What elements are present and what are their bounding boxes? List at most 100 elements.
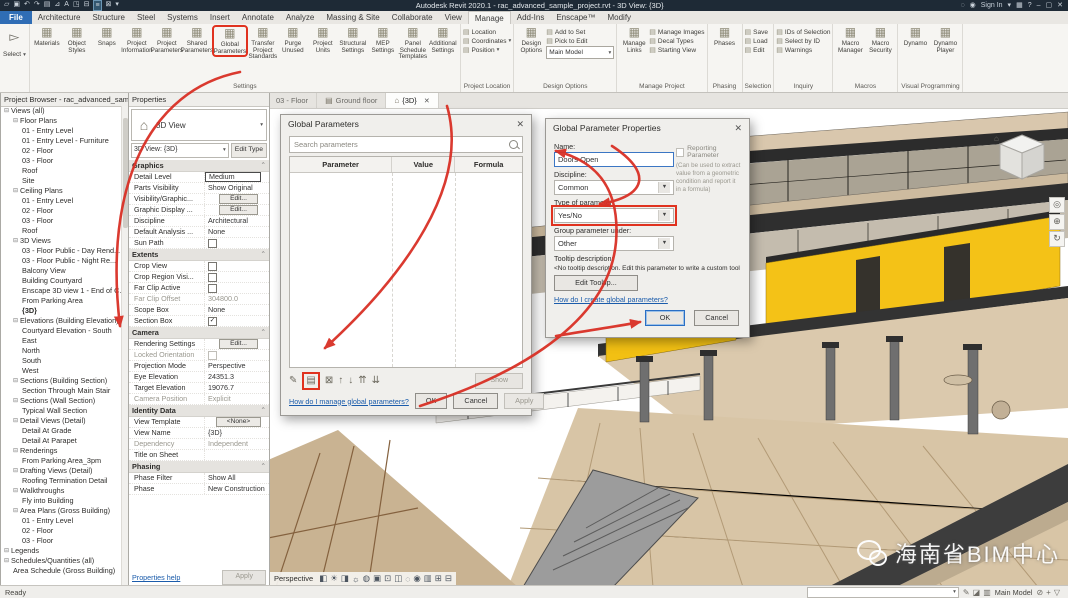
- filter-icon[interactable]: ▽: [1054, 588, 1060, 597]
- browser-item-courtyard-elevation-south[interactable]: Courtyard Elevation - South: [1, 326, 122, 336]
- rewind-icon[interactable]: ↻: [1049, 231, 1065, 247]
- coordinates-button[interactable]: ▤Coordinates▾: [463, 37, 511, 45]
- ribbon-tab-insert[interactable]: Insert: [204, 11, 236, 24]
- browser-item-views-all[interactable]: ⊟Views (all): [1, 106, 122, 116]
- expander-icon[interactable]: ⊟: [13, 116, 18, 126]
- new-global-parameter-icon[interactable]: ▤: [302, 372, 319, 390]
- expander-icon[interactable]: ⊟: [13, 396, 18, 406]
- ribbon-tab-structure[interactable]: Structure: [86, 11, 130, 24]
- view-scale-label[interactable]: Perspective: [274, 574, 313, 583]
- browser-item-from-parking-area[interactable]: From Parking Area: [1, 296, 122, 306]
- sort-ascending-icon[interactable]: ⇈: [358, 374, 366, 388]
- cancel-button[interactable]: Cancel: [694, 310, 739, 326]
- browser-item-walkthroughs[interactable]: ⊟Walkthroughs: [1, 486, 122, 496]
- expander-icon[interactable]: ⊟: [4, 546, 9, 556]
- view-selector-dropdown[interactable]: 3D View: {3D} ▾: [131, 143, 229, 158]
- open-icon[interactable]: ▱: [4, 0, 9, 11]
- browser-item-3d[interactable]: {3D}: [1, 306, 122, 316]
- section-icon[interactable]: ⊟: [84, 0, 90, 11]
- move-parameter-down-icon[interactable]: ↓: [348, 374, 353, 388]
- pick-to-edit-button[interactable]: ▤Pick to Edit: [546, 37, 614, 45]
- property-row-sun-path[interactable]: Sun Path: [129, 238, 269, 249]
- redo-icon[interactable]: ↷: [34, 0, 40, 11]
- macro-security-button[interactable]: ▦Macro Security: [865, 25, 895, 54]
- browser-item-section-through-main-stair[interactable]: Section Through Main Stair: [1, 386, 122, 396]
- parameters-table[interactable]: ParameterValueFormula: [289, 156, 523, 368]
- browser-item-02-floor[interactable]: 02 - Floor: [1, 146, 122, 156]
- browser-item-02-floor[interactable]: 02 - Floor: [1, 526, 122, 536]
- load-button[interactable]: ▤Load: [745, 37, 768, 45]
- property-row-camera-position[interactable]: Camera PositionExplicit: [129, 394, 269, 405]
- property-row-projection-mode[interactable]: Projection ModePerspective: [129, 361, 269, 372]
- table-body[interactable]: [290, 173, 522, 367]
- dynamo-player-button[interactable]: ▦Dynamo Player: [930, 25, 960, 54]
- print-icon[interactable]: ▤: [44, 0, 51, 11]
- column-header-parameter[interactable]: Parameter: [290, 157, 392, 172]
- warnings-button[interactable]: ▤Warnings: [776, 46, 830, 54]
- property-row-title-on-sheet[interactable]: Title on Sheet: [129, 450, 269, 461]
- property-row-eye-elevation[interactable]: Eye Elevation24351.3: [129, 372, 269, 383]
- column-header-formula[interactable]: Formula: [455, 157, 522, 172]
- ribbon-tab-view[interactable]: View: [439, 11, 468, 24]
- expander-icon[interactable]: ⊟: [13, 186, 18, 196]
- sign-in-button[interactable]: Sign In: [981, 2, 1003, 9]
- expander-icon[interactable]: ⊟: [13, 466, 18, 476]
- expander-icon[interactable]: ⊟: [13, 236, 18, 246]
- sun-settings-icon[interactable]: ☀: [330, 573, 338, 584]
- expander-icon[interactable]: ⊟: [4, 556, 9, 566]
- delete-global-parameter-icon[interactable]: ⊠: [325, 374, 333, 388]
- ok-button[interactable]: OK: [645, 310, 686, 326]
- section-box-checkbox[interactable]: ✓: [208, 317, 217, 326]
- properties-section-identity-data[interactable]: Identity Data⌃: [129, 405, 269, 417]
- browser-item-detail-at-parapet[interactable]: Detail At Parapet: [1, 436, 122, 446]
- type-of-parameter-dropdown[interactable]: Yes/No ▼: [554, 208, 674, 223]
- view-tab-3d[interactable]: ⌂{3D}✕: [386, 93, 438, 108]
- ribbon-tab-architecture[interactable]: Architecture: [32, 11, 87, 24]
- edit-global-parameter-icon[interactable]: ✎: [289, 374, 297, 388]
- ribbon-tab-massing-site[interactable]: Massing & Site: [320, 11, 385, 24]
- panel-schedule-templates-button[interactable]: ▦Panel Schedule Templates: [398, 25, 428, 61]
- design-option-label[interactable]: Main Model: [995, 588, 1033, 597]
- browser-item-schedules-quantities-all[interactable]: ⊟Schedules/Quantities (all): [1, 556, 122, 566]
- property-row-locked-orientation[interactable]: Locked Orientation: [129, 350, 269, 361]
- crop-view-icon[interactable]: ▣: [373, 573, 381, 584]
- worksets-icon[interactable]: ◪: [973, 588, 981, 597]
- text-icon[interactable]: A: [64, 0, 69, 11]
- thin-lines-icon[interactable]: ≡: [93, 0, 101, 11]
- browser-item-legends[interactable]: ⊟Legends: [1, 546, 122, 556]
- displaced-elements-icon[interactable]: ⊞: [435, 573, 442, 584]
- browser-item-01-entry-level[interactable]: 01 - Entry Level: [1, 196, 122, 206]
- browser-item-roofing-termination-detail[interactable]: Roofing Termination Detail: [1, 476, 122, 486]
- manage-images-button[interactable]: ▤Manage Images: [649, 28, 704, 36]
- ribbon-tab-annotate[interactable]: Annotate: [236, 11, 280, 24]
- property-row-view-name[interactable]: View Name{3D}: [129, 428, 269, 439]
- project-parameters-button[interactable]: ▦Project Parameters: [152, 25, 182, 54]
- macro-manager-button[interactable]: ▦Macro Manager: [835, 25, 865, 54]
- browser-item-drafting-views-detail[interactable]: ⊟Drafting Views (Detail): [1, 466, 122, 476]
- browser-item-renderings[interactable]: ⊟Renderings: [1, 446, 122, 456]
- far-clip-active-checkbox[interactable]: [208, 284, 217, 293]
- reveal-hidden-elements-icon[interactable]: ◉: [413, 573, 420, 584]
- browser-item-enscape-3d-view-1-end-of-c[interactable]: Enscape 3D view 1 - End of C...: [1, 286, 122, 296]
- reveal-constraints-icon[interactable]: ⊟: [445, 573, 452, 584]
- rendering-dialog-icon[interactable]: ◍: [363, 573, 370, 584]
- crop-region-visi-checkbox[interactable]: [208, 273, 217, 282]
- project-information-button[interactable]: ▦Project Information: [122, 25, 152, 54]
- browser-item-north[interactable]: North: [1, 346, 122, 356]
- position-button[interactable]: ▤Position▾: [463, 46, 511, 54]
- browser-item-roof[interactable]: Roof: [1, 226, 122, 236]
- maximize-icon[interactable]: ▢: [1046, 1, 1053, 10]
- editing-requests-icon[interactable]: ✎: [963, 588, 970, 597]
- browser-item-from-parking-area-3pm[interactable]: From Parking Area_3pm: [1, 456, 122, 466]
- property-row-scope-box[interactable]: Scope BoxNone: [129, 305, 269, 316]
- browser-item-03-floor-public-night-re[interactable]: 03 - Floor Public - Night Re...: [1, 256, 122, 266]
- app-store-icon[interactable]: ▦: [1016, 1, 1023, 10]
- view-cube[interactable]: ⌂: [992, 131, 1052, 187]
- ribbon-tab-systems[interactable]: Systems: [161, 11, 204, 24]
- shared-parameters-button[interactable]: ▦Shared Parameters: [182, 25, 212, 54]
- browser-item-03-floor[interactable]: 03 - Floor: [1, 216, 122, 226]
- press-drag-icon[interactable]: +: [1046, 588, 1051, 597]
- phases-button[interactable]: ▦Phases: [710, 25, 740, 48]
- view-tab-ground-floor[interactable]: ▤Ground floor: [317, 93, 386, 108]
- expander-icon[interactable]: ⊟: [13, 316, 18, 326]
